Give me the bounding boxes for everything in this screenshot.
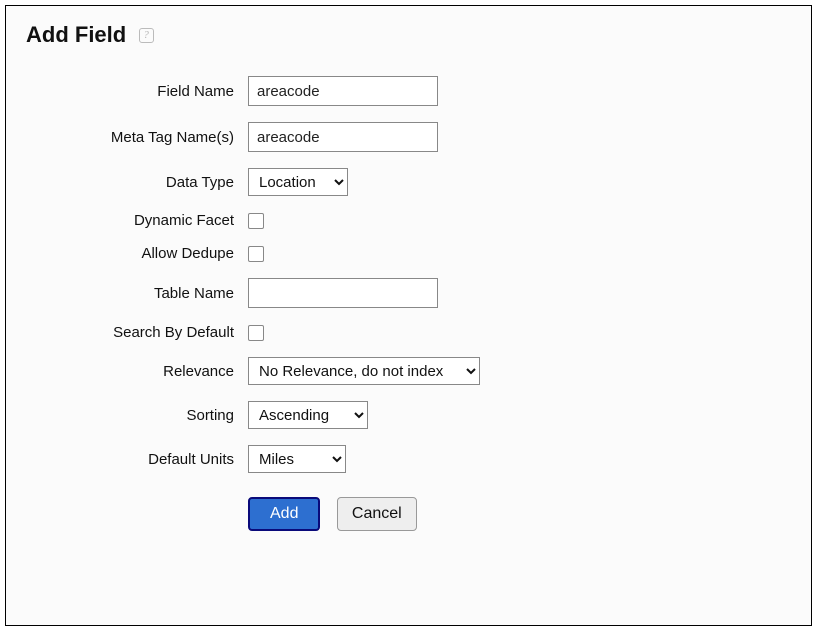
- row-default-units: Default Units Miles: [26, 445, 791, 473]
- row-relevance: Relevance No Relevance, do not index: [26, 357, 791, 385]
- label-meta-tag-names: Meta Tag Name(s): [26, 129, 248, 146]
- label-relevance: Relevance: [26, 363, 248, 380]
- row-field-name: Field Name: [26, 76, 791, 106]
- header-row: Add Field ?: [26, 22, 791, 48]
- label-dynamic-facet: Dynamic Facet: [26, 212, 248, 229]
- row-meta-tag-names: Meta Tag Name(s): [26, 122, 791, 152]
- actions-row: Add Cancel: [248, 497, 791, 531]
- cancel-button[interactable]: Cancel: [337, 497, 417, 531]
- label-sorting: Sorting: [26, 407, 248, 424]
- row-data-type: Data Type Location: [26, 168, 791, 196]
- row-dynamic-facet: Dynamic Facet: [26, 212, 791, 229]
- table-name-input[interactable]: [248, 278, 438, 308]
- add-button[interactable]: Add: [248, 497, 320, 531]
- label-allow-dedupe: Allow Dedupe: [26, 245, 248, 262]
- relevance-select[interactable]: No Relevance, do not index: [248, 357, 480, 385]
- label-search-by-default: Search By Default: [26, 324, 248, 341]
- label-default-units: Default Units: [26, 451, 248, 468]
- default-units-select[interactable]: Miles: [248, 445, 346, 473]
- page-title: Add Field: [26, 22, 126, 48]
- dynamic-facet-checkbox[interactable]: [248, 213, 264, 229]
- allow-dedupe-checkbox[interactable]: [248, 246, 264, 262]
- row-search-by-default: Search By Default: [26, 324, 791, 341]
- label-data-type: Data Type: [26, 174, 248, 191]
- label-field-name: Field Name: [26, 83, 248, 100]
- add-field-form: Field Name Meta Tag Name(s) Data Type Lo…: [26, 76, 791, 531]
- row-allow-dedupe: Allow Dedupe: [26, 245, 791, 262]
- row-table-name: Table Name: [26, 278, 791, 308]
- field-name-input[interactable]: [248, 76, 438, 106]
- label-table-name: Table Name: [26, 285, 248, 302]
- add-field-panel: Add Field ? Field Name Meta Tag Name(s) …: [5, 5, 812, 626]
- data-type-select[interactable]: Location: [248, 168, 348, 196]
- meta-tag-names-input[interactable]: [248, 122, 438, 152]
- search-by-default-checkbox[interactable]: [248, 325, 264, 341]
- help-icon[interactable]: ?: [139, 28, 154, 43]
- sorting-select[interactable]: Ascending: [248, 401, 368, 429]
- row-sorting: Sorting Ascending: [26, 401, 791, 429]
